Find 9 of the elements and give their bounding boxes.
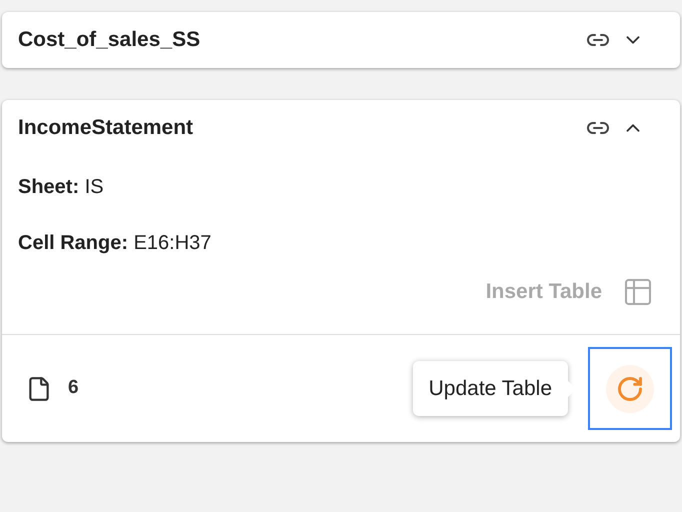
card-title: IncomeStatement <box>18 115 194 142</box>
update-table-button[interactable] <box>588 347 672 430</box>
tooltip: Update Table <box>412 360 568 416</box>
field-text: Cell Range: E16:H37 <box>18 231 212 256</box>
field-text: Sheet: IS <box>18 175 105 200</box>
insert-table-button[interactable]: Insert Table <box>486 276 602 308</box>
card-title: Cost_of_sales_SS <box>18 27 200 54</box>
page-count: 6 <box>68 376 79 400</box>
refresh-icon <box>616 374 644 402</box>
